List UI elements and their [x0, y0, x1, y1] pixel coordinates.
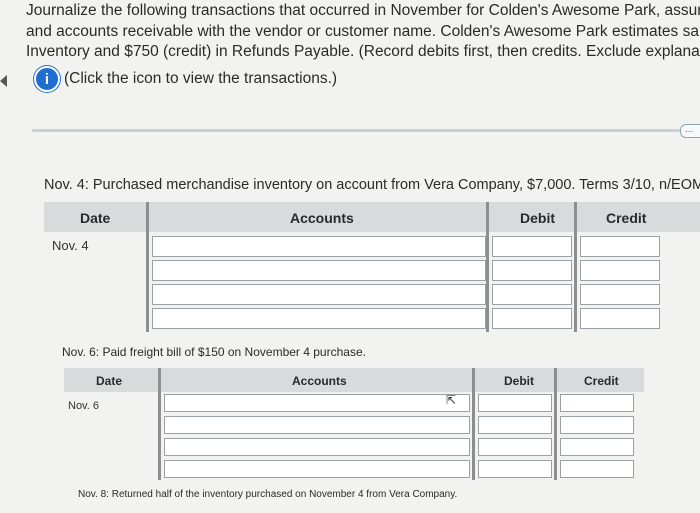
table-header — [44, 202, 700, 232]
header-debit: Debit — [504, 374, 534, 388]
entry1-date: Nov. 4 — [52, 238, 89, 253]
debit-input[interactable] — [478, 438, 552, 456]
credit-input[interactable] — [560, 438, 634, 456]
debit-input[interactable] — [478, 394, 552, 412]
header-date: Date — [96, 374, 123, 388]
divider — [32, 129, 680, 132]
entry1-prompt: Nov. 4: Purchased merchandise inventory … — [44, 177, 700, 193]
debit-input[interactable] — [492, 284, 572, 305]
account-input[interactable] — [164, 438, 470, 456]
account-input[interactable] — [164, 460, 470, 478]
debit-input[interactable] — [492, 236, 572, 257]
credit-input[interactable] — [580, 260, 660, 281]
header-date: Date — [80, 210, 111, 226]
more-button[interactable]: ... — [680, 124, 700, 138]
debit-input[interactable] — [492, 308, 572, 329]
account-input[interactable] — [164, 416, 470, 434]
column-separator — [472, 368, 475, 480]
header-credit: Credit — [606, 210, 647, 226]
instructions-line-3: Inventory and $750 (credit) in Refunds P… — [26, 43, 700, 60]
instructions-line-2: and accounts receivable with the vendor … — [26, 22, 700, 40]
account-input[interactable] — [152, 236, 486, 257]
entry2-prompt: Nov. 6: Paid freight bill of $150 on Nov… — [62, 345, 366, 359]
table-header — [64, 368, 644, 392]
credit-input[interactable] — [580, 284, 660, 305]
entry2-date: Nov. 6 — [68, 400, 99, 412]
account-input[interactable] — [152, 308, 486, 329]
credit-input[interactable] — [560, 416, 634, 434]
account-input[interactable] — [164, 394, 470, 412]
header-credit: Credit — [584, 374, 619, 388]
credit-input[interactable] — [580, 308, 660, 329]
credit-input[interactable] — [560, 394, 634, 412]
account-input[interactable] — [152, 260, 486, 281]
account-input[interactable] — [152, 284, 486, 305]
info-row: i (Click the icon to view the transactio… — [34, 66, 337, 92]
view-transactions-link[interactable]: (Click the icon to view the transactions… — [64, 70, 337, 88]
column-separator — [574, 202, 577, 332]
collapse-arrow-icon[interactable] — [0, 75, 7, 87]
journal-table-1: Date Accounts Debit Credit Nov. 4 — [44, 202, 700, 332]
entry3-prompt: Nov. 8: Returned half of the inventory p… — [78, 489, 458, 500]
info-icon[interactable]: i — [34, 66, 60, 92]
debit-input[interactable] — [478, 460, 552, 478]
column-separator — [146, 202, 149, 332]
instructions: Journalize the following transactions th… — [26, 1, 700, 63]
column-separator — [486, 202, 489, 332]
journal-table-2: Date Accounts Debit Credit Nov. 6 — [64, 368, 644, 480]
credit-input[interactable] — [580, 236, 660, 257]
instructions-line-1: Journalize the following transactions th… — [26, 2, 700, 19]
header-accounts: Accounts — [290, 210, 354, 226]
credit-input[interactable] — [560, 460, 634, 478]
header-accounts: Accounts — [292, 374, 347, 388]
debit-input[interactable] — [492, 260, 572, 281]
header-debit: Debit — [520, 210, 555, 226]
mouse-cursor-icon: ⇱ — [446, 393, 457, 407]
debit-input[interactable] — [478, 416, 552, 434]
column-separator — [554, 368, 557, 480]
column-separator — [158, 368, 161, 480]
